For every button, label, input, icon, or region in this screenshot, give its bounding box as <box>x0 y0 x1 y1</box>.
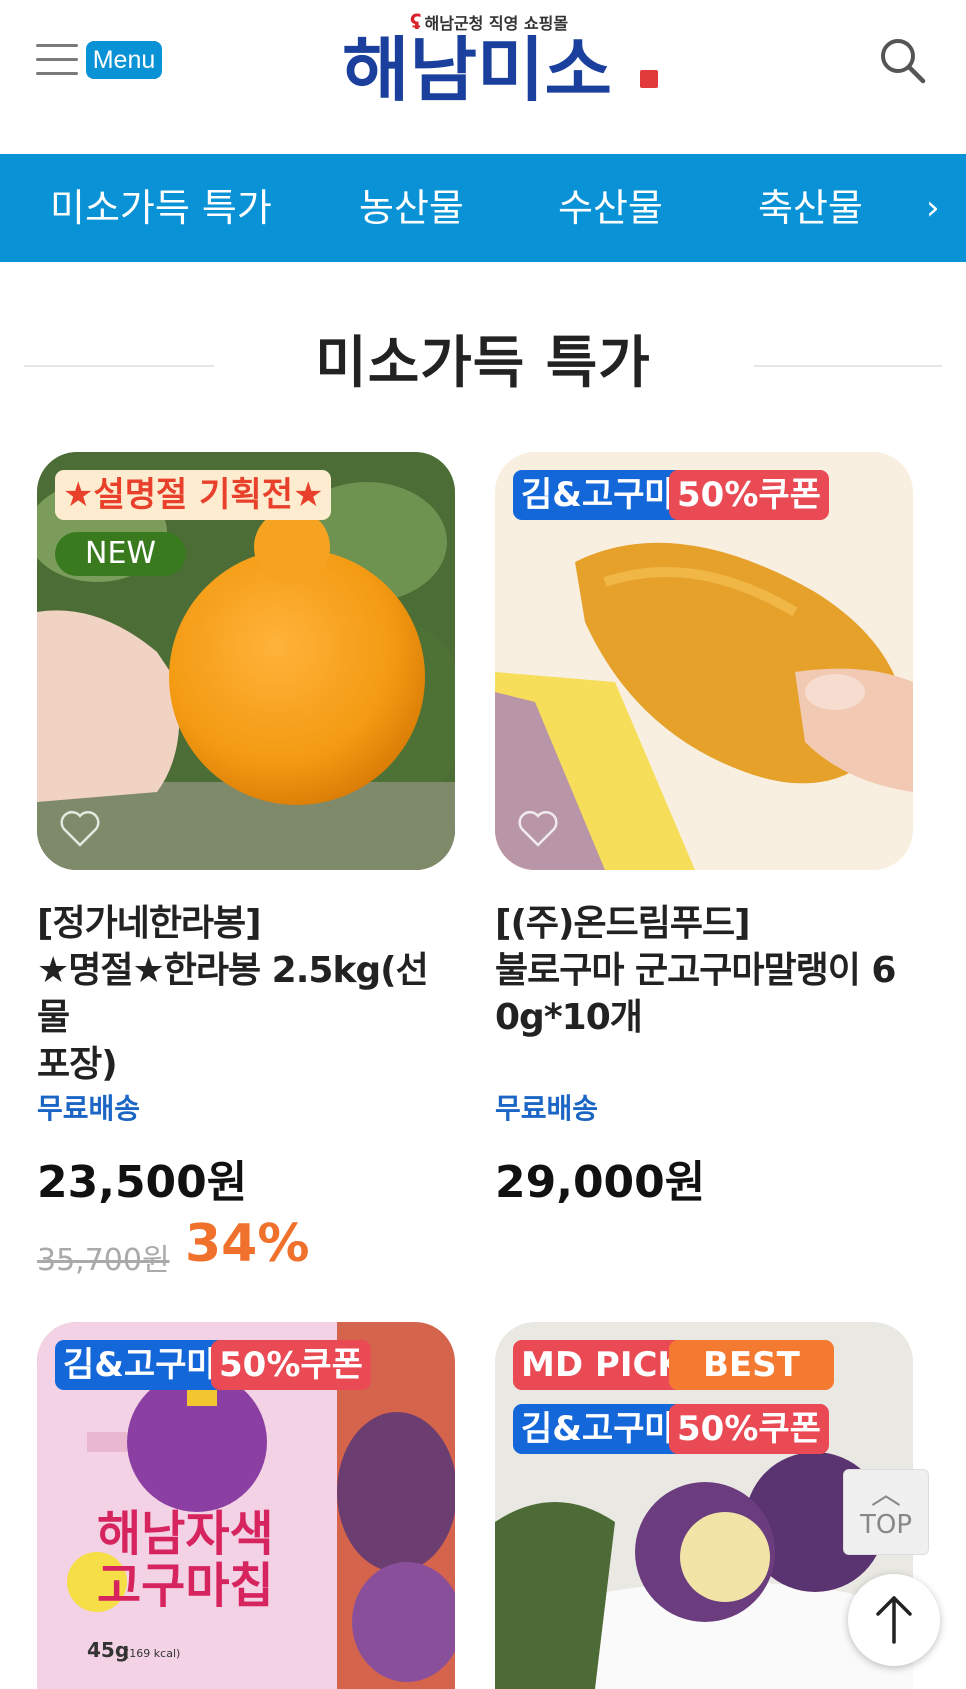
promo-badge: 김&고구마 <box>513 1404 684 1454</box>
product-image[interactable]: 해남자색 고구마칩 45g (169 kcal) 김&고구마 50%쿠폰 <box>37 1322 455 1689</box>
event-badge: ★설명절 기획전★ <box>55 470 332 520</box>
product-image[interactable]: ★설명절 기획전★ NEW <box>37 452 455 870</box>
sale-price: 23,500원 <box>37 1157 248 1208</box>
promo-badge: 김&고구마 <box>55 1340 226 1390</box>
nav-item-special[interactable]: 미소가득 특가 <box>50 154 272 262</box>
nav-item-agricultural[interactable]: 농산물 <box>359 154 464 262</box>
heart-icon[interactable] <box>517 808 559 848</box>
product-image[interactable]: 김&고구마 50%쿠폰 <box>495 452 913 870</box>
coupon-badge: 50%쿠폰 <box>669 1404 829 1454</box>
product-name[interactable]: [정가네한라봉] ★명절★한라봉 2.5kg(선물 포장) <box>37 900 457 1088</box>
top-button[interactable]: ︿ TOP <box>843 1469 929 1555</box>
svg-text:해남미소: 해남미소 <box>342 29 612 109</box>
coupon-badge: 50%쿠폰 <box>211 1340 371 1390</box>
discount-rate: 34% <box>185 1214 310 1274</box>
svg-text:해남자색: 해남자색 <box>97 1506 274 1562</box>
search-icon[interactable] <box>878 36 926 84</box>
heart-icon[interactable] <box>59 808 101 848</box>
product-name[interactable]: [(주)온드림푸드] 불로구마 군고구마말랭이 6 0g*10개 <box>495 900 915 1041</box>
promo-badge: 김&고구마 <box>513 470 684 520</box>
best-badge: BEST <box>669 1340 834 1390</box>
shipping-label: 무료배송 <box>495 1092 599 1125</box>
arrow-up-icon <box>876 1596 912 1644</box>
original-price: 35,700원 <box>37 1243 170 1278</box>
header: Menu ʢ 해남군청 직영 쇼핑몰 해남미소 <box>0 0 966 154</box>
shipping-label: 무료배송 <box>37 1092 141 1125</box>
hamburger-icon[interactable] <box>36 44 78 78</box>
svg-text:45g: 45g <box>87 1638 129 1662</box>
section-title: 미소가득 특가 <box>315 331 651 396</box>
scroll-up-button[interactable] <box>848 1574 940 1666</box>
chevron-up-icon: ︿ <box>871 1477 901 1512</box>
nav-item-livestock[interactable]: 축산물 <box>758 154 863 262</box>
sale-price: 29,000원 <box>495 1157 706 1208</box>
svg-text:(169 kcal): (169 kcal) <box>125 1647 180 1660</box>
coupon-badge: 50%쿠폰 <box>669 470 829 520</box>
menu-button[interactable]: Menu <box>86 41 162 79</box>
logo-mark-icon: ʢ <box>410 10 422 34</box>
category-nav: 미소가득 특가 농산물 수산물 축산물 › <box>0 154 966 262</box>
md-pick-badge: MD PICK <box>513 1340 692 1390</box>
svg-text:고구마칩: 고구마칩 <box>97 1558 274 1614</box>
logo-seal-icon <box>640 70 658 88</box>
new-badge: NEW <box>55 532 187 576</box>
nav-item-seafood[interactable]: 수산물 <box>558 154 663 262</box>
site-logo[interactable]: ʢ 해남군청 직영 쇼핑몰 해남미소 <box>340 4 666 111</box>
chevron-right-icon[interactable]: › <box>926 154 940 262</box>
logo-tagline: ʢ 해남군청 직영 쇼핑몰 <box>410 10 569 34</box>
